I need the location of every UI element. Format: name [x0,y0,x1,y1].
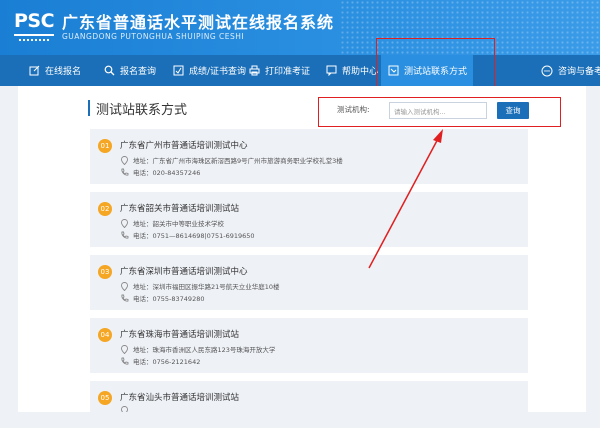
station-number-badge: 05 [98,391,112,405]
search-icon [103,65,115,77]
location-pin-icon [120,281,129,291]
station-address: 地址：韶关市中等职业技术学校 [133,220,224,228]
station-name: 广东省汕头市普通话培训测试站 [120,393,240,403]
station-phone: 电话：020-84357246 [133,169,201,177]
station-name: 广东省韶关市普通话培训测试站 [120,204,240,214]
station-name: 广东省深圳市普通话培训测试中心 [120,267,248,277]
station-card: 01 广东省广州市普通话培训测试中心 地址：广东省广州市海珠区新滘西路9号广州市… [90,129,528,184]
certificate-icon [172,65,184,77]
station-address-row: 地址：珠海市香洲区人民东路123号珠海开放大学 [120,344,275,354]
station-card: 03 广东省深圳市普通话培训测试中心 地址：深圳市福田区振华路21号航天立业华庭… [90,255,528,310]
phone-icon [120,357,129,366]
phone-icon [120,294,129,303]
nav-item-online-register[interactable]: 在线报名 [28,55,81,86]
site-subtitle: GUANGDONG PUTONGHUA SHUIPING CESHI [62,32,245,41]
printer-icon [248,65,260,77]
station-phone: 电话：0756-2121642 [133,358,201,366]
location-pin-icon [120,218,129,228]
page-bottom-edge [0,412,600,428]
station-address-row: 地址：韶关市中等职业技术学校 [120,218,224,228]
station-phone: 电话：0751—8614698|0751-6919650 [133,232,255,240]
station-number-badge: 01 [98,139,112,153]
location-pin-icon [120,344,129,354]
psc-logo[interactable]: PSC [14,7,55,45]
page-title-wrap: 测试站联系方式 [88,98,187,118]
search-input[interactable]: 请输入测试机构... [389,102,487,119]
station-phone: 电话：0755-83749280 [133,295,205,303]
main-nav: 在线报名 报名查询 成绩/证书查询 打印准考证 帮助中心 测试站联系方式 咨询与… [0,55,600,86]
station-address: 地址：深圳市福田区振华路21号航天立业华庭10楼 [133,283,280,291]
nav-item-register-query[interactable]: 报名查询 [103,55,156,86]
nav-item-score-certificate[interactable]: 成绩/证书查询 [172,55,246,86]
location-pin-icon [120,155,129,165]
station-phone-row: 电话：0755-83749280 [120,293,204,303]
station-address: 地址：广东省广州市海珠区新滘西路9号广州市旅游商务职业学校礼堂3楼 [133,157,343,165]
station-address: 地址：珠海市香洲区人民东路123号珠海开放大学 [133,346,276,354]
station-number-badge: 03 [98,265,112,279]
station-name: 广东省珠海市普通话培训测试站 [120,330,240,340]
nav-item-help-center[interactable]: 帮助中心 [325,55,378,86]
nav-item-print-admission[interactable]: 打印准考证 [248,55,310,86]
station-card: 04 广东省珠海市普通话培训测试站 地址：珠海市香洲区人民东路123号珠海开放大… [90,318,528,373]
station-number-badge: 02 [98,202,112,216]
phone-icon [120,168,129,177]
logo-text: PSC [14,10,55,32]
search-button[interactable]: 查询 [497,102,529,119]
station-number-badge: 04 [98,328,112,342]
chat-bubble-icon [541,65,553,77]
search-label: 测试机构: [337,105,370,114]
station-phone-row: 电话：020-84357246 [120,167,200,177]
annotation-box-nav [376,38,495,88]
station-card: 02 广东省韶关市普通话培训测试站 地址：韶关市中等职业技术学校 电话：0751… [90,192,528,247]
page-title: 测试站联系方式 [96,102,188,118]
edit-icon [28,65,40,77]
station-phone-row: 电话：0751—8614698|0751-6919650 [120,230,255,240]
nav-item-consult-prep[interactable]: 咨询与备考 [541,55,600,86]
site-title: 广东省普通话水平测试在线报名系统 [62,13,335,32]
station-address-row: 地址：深圳市福田区振华路21号航天立业华庭10楼 [120,281,280,291]
station-card: 05 广东省汕头市普通话培训测试站 [90,381,528,415]
site-header: PSC 广东省普通话水平测试在线报名系统 GUANGDONG PUTONGHUA… [0,0,600,55]
station-address-row: 地址：广东省广州市海珠区新滘西路9号广州市旅游商务职业学校礼堂3楼 [120,155,343,165]
station-phone-row: 电话：0756-2121642 [120,356,200,366]
station-name: 广东省广州市普通话培训测试中心 [120,141,248,151]
phone-icon [120,231,129,240]
help-chat-icon [325,65,337,77]
